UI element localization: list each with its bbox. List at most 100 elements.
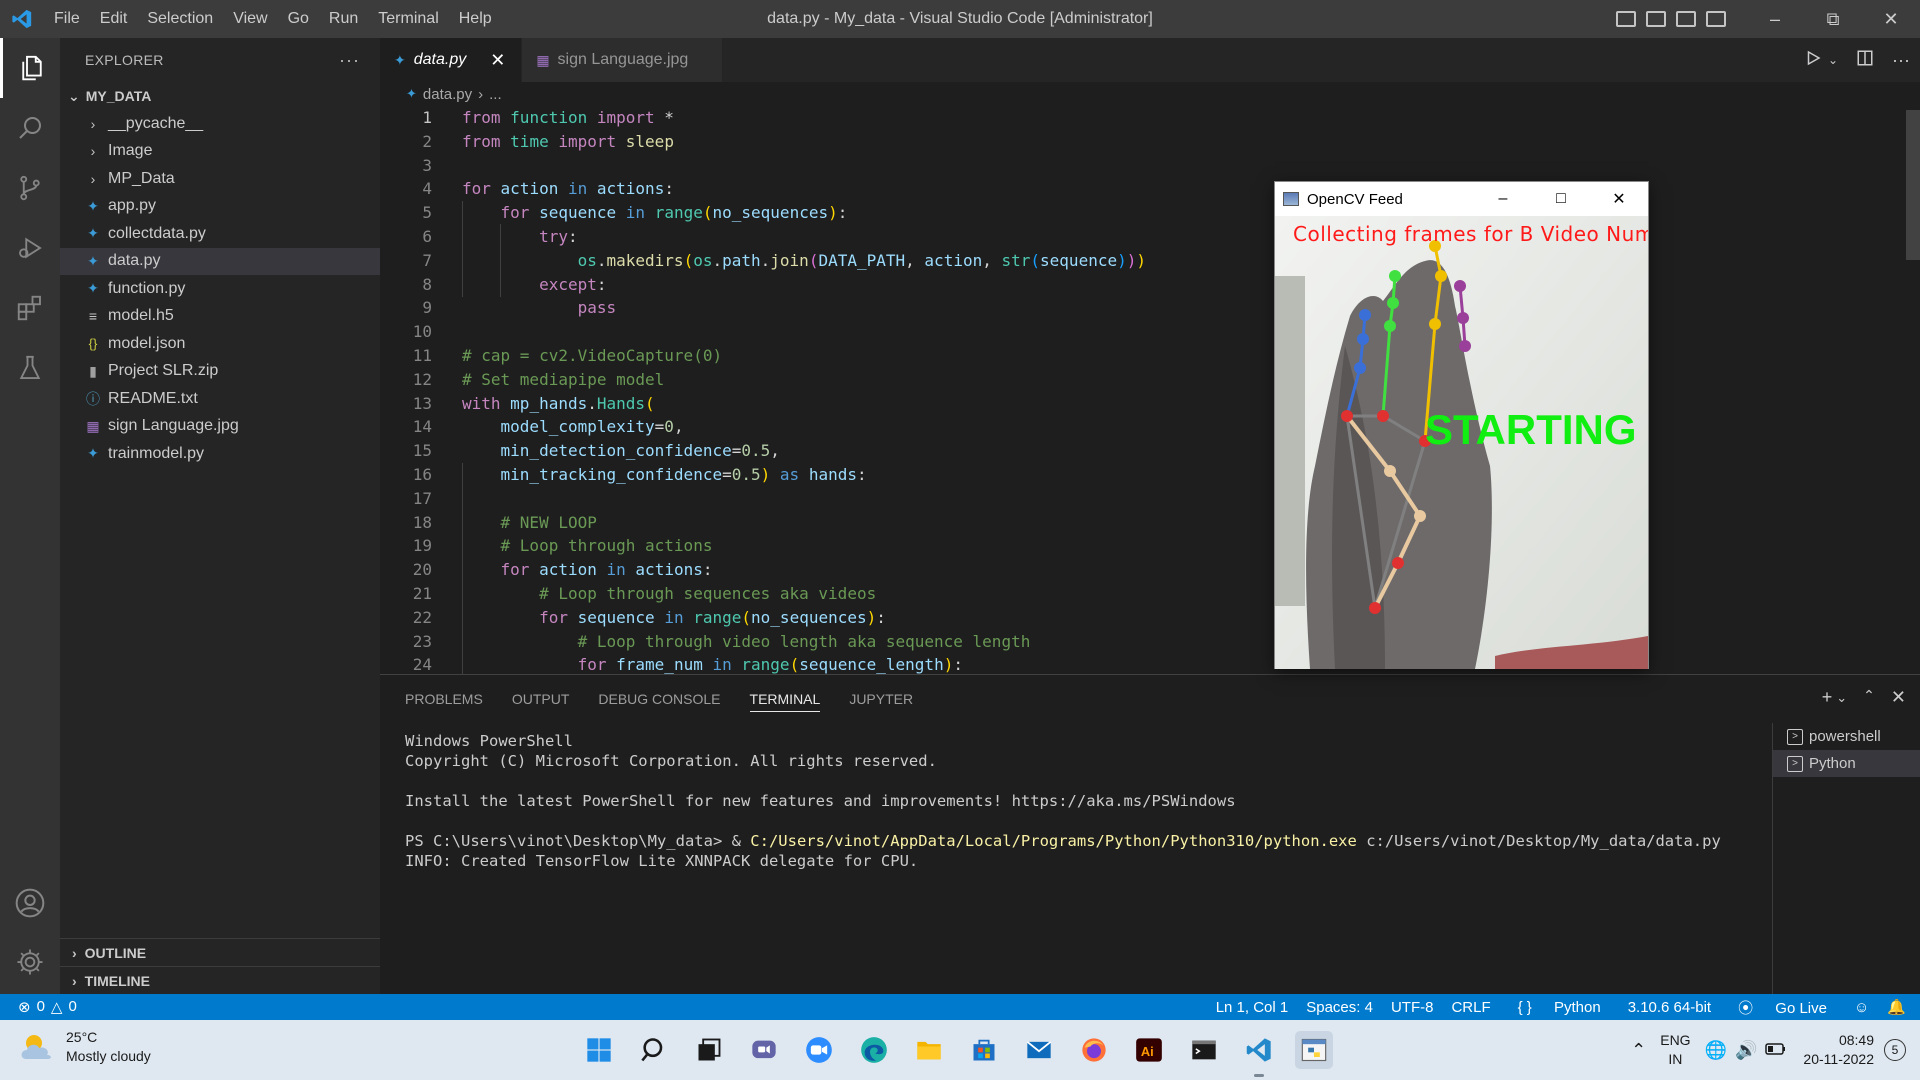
editor-scrollbar[interactable] [1906,110,1920,260]
source-control-icon[interactable] [0,158,60,218]
command-prompt-icon[interactable] [1185,1031,1223,1069]
tree-file-app-py[interactable]: ✦ app.py [60,193,380,221]
outline-section[interactable]: › OUTLINE [60,939,380,967]
notification-badge[interactable]: 5 [1884,1039,1906,1061]
indentation[interactable]: Spaces: 4 [1297,999,1382,1016]
folder-root[interactable]: ⌄ MY_DATA [60,82,380,110]
vscode-taskbar-icon[interactable] [1240,1031,1278,1077]
microsoft-store-icon[interactable] [965,1031,1003,1069]
end-of-line[interactable]: CRLF [1442,999,1499,1016]
tree-file-collectdata-py[interactable]: ✦ collectdata.py [60,220,380,248]
tree-folder-mp-data[interactable]: › MP_Data [60,165,380,193]
tab-sign-language-jpg[interactable]: ▦ sign Language.jpg [522,38,724,82]
opencv-window[interactable]: OpenCV Feed – □ ✕ Collecting frames for … [1274,181,1649,669]
language-mode[interactable]: { } Python [1500,999,1619,1016]
volume-icon[interactable]: 🔊 [1735,1040,1757,1061]
tree-folder-image[interactable]: › Image [60,138,380,166]
notifications-bell-icon[interactable]: 🔔 [1878,998,1920,1016]
tab-terminal[interactable]: TERMINAL [749,687,821,712]
problems-indicator[interactable]: ⊗ 0 △ 0 [0,998,77,1016]
more-actions-icon[interactable]: ··· [339,50,360,71]
terminal-dropdown-chevron-icon[interactable]: ⌄ [1836,690,1847,708]
opencv-minimize-button[interactable]: – [1474,182,1532,216]
zoom-icon[interactable] [800,1031,838,1069]
close-window-button[interactable]: ✕ [1862,0,1920,38]
adobe-illustrator-icon[interactable]: Ai [1130,1031,1168,1069]
tree-file-data-py[interactable]: ✦ data.py [60,247,380,275]
manage-gear-icon[interactable] [0,932,60,992]
battery-icon[interactable] [1765,1042,1787,1059]
feedback-icon[interactable]: ☺ [1845,999,1878,1016]
timeline-section[interactable]: › TIMELINE [60,967,380,995]
input-language[interactable]: ENG IN [1660,1031,1690,1069]
python-interpreter[interactable]: 3.10.6 64-bit [1619,999,1720,1016]
toggle-panel-icon[interactable] [1646,11,1666,27]
menu-go[interactable]: Go [278,0,319,38]
menu-help[interactable]: Help [449,0,502,38]
tree-file-model-h5[interactable]: ≡ model.h5 [60,303,380,331]
opencv-titlebar[interactable]: OpenCV Feed – □ ✕ [1275,182,1648,216]
start-button[interactable] [580,1031,618,1069]
run-debug-icon[interactable] [0,218,60,278]
menu-selection[interactable]: Selection [137,0,223,38]
terminal-item-powershell[interactable]: > powershell [1773,723,1920,750]
accounts-icon[interactable] [0,873,60,933]
tab-jupyter[interactable]: JUPYTER [849,687,913,711]
restore-button[interactable]: ⧉ [1804,0,1862,38]
tree-file-trainmodel-py[interactable]: ✦ trainmodel.py [60,440,380,468]
network-globe-icon[interactable]: 🌐 [1705,1040,1727,1061]
close-tab-icon[interactable]: ✕ [490,50,505,71]
tree-file-readme[interactable]: ⓘ README.txt [60,385,380,413]
tree-file-sign-language-jpg[interactable]: ▦ sign Language.jpg [60,413,380,441]
edge-browser-icon[interactable] [855,1031,893,1069]
customize-layout-icon[interactable] [1706,11,1726,27]
menu-edit[interactable]: Edit [90,0,138,38]
search-icon[interactable] [0,98,60,158]
explorer-icon[interactable] [0,38,60,98]
file-explorer-icon[interactable] [910,1031,948,1069]
code-editor[interactable]: 1 from function import * 2 from time impor… [380,106,1920,677]
run-dropdown-chevron-icon[interactable]: ⌄ [1828,53,1838,67]
tab-debug-console[interactable]: DEBUG CONSOLE [598,687,720,711]
more-actions-icon[interactable]: ··· [1892,50,1910,71]
weather-widget[interactable]: 25°C Mostly cloudy [20,1028,151,1066]
python-taskbar-icon[interactable] [1295,1031,1333,1069]
encoding[interactable]: UTF-8 [1382,999,1443,1016]
tree-folder-pycache[interactable]: › __pycache__ [60,110,380,138]
opencv-maximize-button[interactable]: □ [1532,182,1590,216]
firefox-icon[interactable] [1075,1031,1113,1069]
terminal-output[interactable]: Windows PowerShell Copyright (C) Microso… [405,731,1721,871]
toggle-sidebar-icon[interactable] [1616,11,1636,27]
taskbar-search-icon[interactable] [635,1031,673,1069]
run-python-file-icon[interactable] [1804,49,1822,72]
extensions-icon[interactable] [0,278,60,338]
menu-file[interactable]: File [44,0,90,38]
breadcrumb-file[interactable]: data.py [423,86,472,103]
split-editor-icon[interactable] [1856,49,1874,72]
close-panel-icon[interactable]: ✕ [1891,687,1906,708]
menu-terminal[interactable]: Terminal [368,0,448,38]
new-terminal-icon[interactable]: + [1822,687,1833,708]
menu-view[interactable]: View [223,0,277,38]
terminal-item-python[interactable]: > Python [1773,750,1920,777]
maximize-panel-icon[interactable]: ⌃ [1863,687,1875,708]
go-live-button[interactable]: ⦿ Go Live [1720,997,1845,1018]
teams-chat-icon[interactable] [745,1031,783,1069]
tab-output[interactable]: OUTPUT [512,687,570,711]
tree-file-function-py[interactable]: ✦ function.py [60,275,380,303]
tree-file-project-zip[interactable]: ▮ Project SLR.zip [60,358,380,386]
tree-file-model-json[interactable]: {} model.json [60,330,380,358]
minimize-button[interactable]: – [1746,0,1804,38]
menu-run[interactable]: Run [319,0,368,38]
mail-icon[interactable] [1020,1031,1058,1069]
testing-icon[interactable] [0,338,60,398]
clock[interactable]: 08:49 20-11-2022 [1803,1031,1874,1069]
toggle-secondary-sidebar-icon[interactable] [1676,11,1696,27]
show-hidden-icons-chevron-icon[interactable]: ⌃ [1631,1040,1646,1061]
breadcrumb-symbol[interactable]: ... [489,86,502,103]
task-view-icon[interactable] [690,1031,728,1069]
tab-data-py[interactable]: ✦ data.py ✕ [380,38,523,82]
tab-problems[interactable]: PROBLEMS [405,687,483,711]
cursor-position[interactable]: Ln 1, Col 1 [1207,999,1298,1016]
opencv-close-button[interactable]: ✕ [1590,182,1648,216]
